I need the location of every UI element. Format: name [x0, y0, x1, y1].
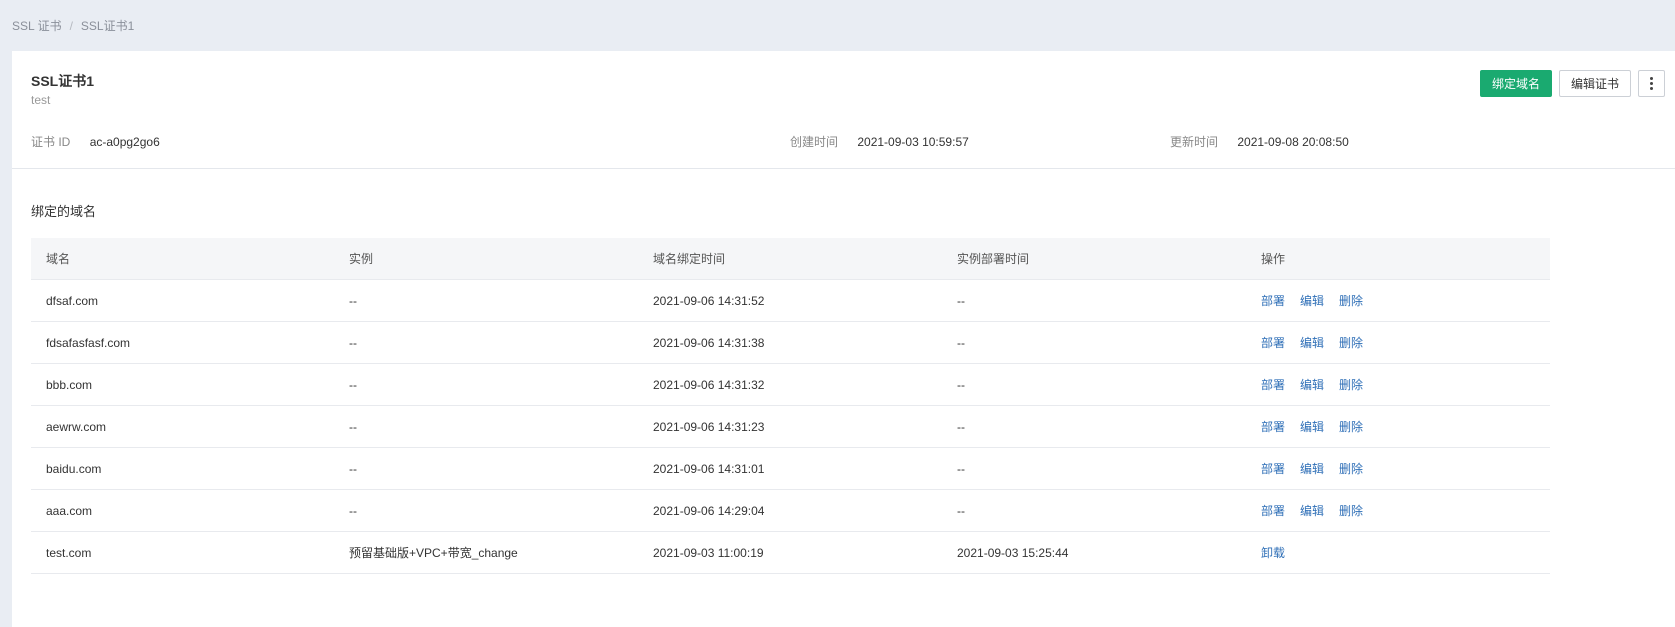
- certificate-detail-card: SSL证书1 test 绑定域名 编辑证书 证书 ID ac-a0pg2go6 …: [12, 51, 1675, 627]
- cell-domain: aaa.com: [46, 503, 93, 518]
- updated-time: 更新时间 2021-09-08 20:08:50: [1170, 133, 1349, 150]
- table-row: fdsafasfasf.com -- 2021-09-06 14:31:38 -- 部署…: [31, 322, 1550, 364]
- table-row: test.com 预留基础版+VPC+带宽_change 2021-09-03 11…: [31, 532, 1550, 574]
- table-row: baidu.com -- 2021-09-06 14:31:01 -- 部署 编辑 删除: [31, 448, 1550, 490]
- edit-link[interactable]: 编辑: [1300, 334, 1324, 351]
- cell-instance: --: [349, 503, 357, 518]
- cell-actions: 部署 编辑 删除: [1246, 334, 1550, 351]
- deploy-link[interactable]: 部署: [1261, 334, 1285, 351]
- table-row: aewrw.com -- 2021-09-06 14:31:23 -- 部署 编辑 删除: [31, 406, 1550, 448]
- column-header-deploy-time: 实例部署时间: [957, 252, 1030, 266]
- cell-bind-time: 2021-09-03 11:00:19: [653, 545, 764, 560]
- bound-domains-title: 绑定的域名: [31, 204, 97, 219]
- column-header-actions: 操作: [1261, 252, 1286, 266]
- cell-domain: baidu.com: [46, 461, 102, 476]
- deploy-link[interactable]: 部署: [1261, 502, 1285, 519]
- created-time-value: 2021-09-03 10:59:57: [857, 135, 969, 149]
- table-row: bbb.com -- 2021-09-06 14:31:32 -- 部署 编辑 删除: [31, 364, 1550, 406]
- more-vertical-icon: [1650, 77, 1653, 90]
- cell-actions: 部署 编辑 删除: [1246, 376, 1550, 393]
- cell-bind-time: 2021-09-06 14:29:04: [653, 503, 765, 518]
- certificate-header: SSL证书1 test 绑定域名 编辑证书 证书 ID ac-a0pg2go6 …: [12, 51, 1675, 169]
- cell-instance: --: [349, 335, 357, 350]
- cell-deploy-time: --: [957, 335, 965, 350]
- cell-deploy-time: --: [957, 377, 965, 392]
- breadcrumb-root[interactable]: SSL 证书: [12, 17, 62, 34]
- deploy-link[interactable]: 部署: [1261, 460, 1285, 477]
- bind-domain-button[interactable]: 绑定域名: [1479, 70, 1552, 97]
- cell-actions: 部署 编辑 删除: [1246, 418, 1550, 435]
- more-actions-button[interactable]: [1638, 70, 1665, 97]
- cell-domain: bbb.com: [46, 377, 93, 392]
- cell-domain: aewrw.com: [46, 419, 107, 434]
- created-time: 创建时间 2021-09-03 10:59:57: [790, 133, 969, 150]
- table-header-row: 域名 实例 域名绑定时间 实例部署时间 操作: [31, 238, 1550, 280]
- cell-bind-time: 2021-09-06 14:31:32: [653, 377, 765, 392]
- cell-deploy-time: --: [957, 293, 965, 308]
- updated-time-label: 更新时间: [1170, 135, 1219, 149]
- delete-link[interactable]: 删除: [1339, 292, 1363, 309]
- cell-bind-time: 2021-09-06 14:31:38: [653, 335, 765, 350]
- delete-link[interactable]: 删除: [1339, 502, 1363, 519]
- certificate-id: 证书 ID ac-a0pg2go6: [31, 133, 160, 150]
- delete-link[interactable]: 删除: [1339, 334, 1363, 351]
- certificate-id-label: 证书 ID: [31, 135, 71, 149]
- delete-link[interactable]: 删除: [1339, 418, 1363, 435]
- certificate-id-value: ac-a0pg2go6: [89, 135, 160, 149]
- uninstall-link[interactable]: 卸载: [1261, 544, 1285, 561]
- breadcrumb-separator: /: [69, 18, 73, 33]
- cell-instance: --: [349, 461, 357, 476]
- column-header-instance: 实例: [349, 252, 374, 266]
- edit-link[interactable]: 编辑: [1300, 418, 1324, 435]
- cell-instance: --: [349, 293, 357, 308]
- cell-bind-time: 2021-09-06 14:31:23: [653, 419, 765, 434]
- delete-link[interactable]: 删除: [1339, 376, 1363, 393]
- updated-time-value: 2021-09-08 20:08:50: [1237, 135, 1349, 149]
- cell-actions: 部署 编辑 删除: [1246, 460, 1550, 477]
- edit-certificate-button[interactable]: 编辑证书: [1558, 70, 1631, 97]
- cell-instance: --: [349, 419, 357, 434]
- cell-actions: 部署 编辑 删除: [1246, 292, 1550, 309]
- cell-bind-time: 2021-09-06 14:31:01: [653, 461, 765, 476]
- created-time-label: 创建时间: [790, 135, 839, 149]
- deploy-link[interactable]: 部署: [1261, 292, 1285, 309]
- breadcrumb-current: SSL证书1: [80, 19, 135, 33]
- table-body: dfsaf.com -- 2021-09-06 14:31:52 -- 部署 编辑 删除 fd…: [31, 280, 1550, 574]
- cell-bind-time: 2021-09-06 14:31:52: [653, 293, 765, 308]
- delete-link[interactable]: 删除: [1339, 460, 1363, 477]
- breadcrumb: SSL 证书 / SSL证书1: [12, 17, 134, 34]
- cell-actions: 部署 编辑 删除: [1246, 502, 1550, 519]
- cell-deploy-time: 2021-09-03 15:25:44: [957, 545, 1069, 560]
- cell-domain: test.com: [46, 545, 92, 560]
- table-row: aaa.com -- 2021-09-06 14:29:04 -- 部署 编辑 删除: [31, 490, 1550, 532]
- cell-deploy-time: --: [957, 503, 965, 518]
- bound-domains-table: 域名 实例 域名绑定时间 实例部署时间 操作 dfsaf.com -- 2021-0…: [31, 238, 1550, 574]
- edit-link[interactable]: 编辑: [1300, 376, 1324, 393]
- cell-instance: 预留基础版+VPC+带宽_change: [349, 546, 518, 560]
- edit-link[interactable]: 编辑: [1300, 502, 1324, 519]
- cell-domain: dfsaf.com: [46, 293, 99, 308]
- table-row: dfsaf.com -- 2021-09-06 14:31:52 -- 部署 编辑 删除: [31, 280, 1550, 322]
- cell-deploy-time: --: [957, 461, 965, 476]
- column-header-domain: 域名: [46, 252, 71, 266]
- page-title: SSL证书1: [31, 73, 95, 89]
- deploy-link[interactable]: 部署: [1261, 376, 1285, 393]
- edit-link[interactable]: 编辑: [1300, 292, 1324, 309]
- cell-instance: --: [349, 377, 357, 392]
- deploy-link[interactable]: 部署: [1261, 418, 1285, 435]
- cell-domain: fdsafasfasf.com: [46, 335, 131, 350]
- cell-deploy-time: --: [957, 419, 965, 434]
- column-header-bind-time: 域名绑定时间: [653, 252, 726, 266]
- header-actions: 绑定域名 编辑证书: [1479, 70, 1665, 97]
- page-subtitle: test: [31, 93, 51, 107]
- cell-actions: 卸载: [1246, 544, 1550, 561]
- edit-link[interactable]: 编辑: [1300, 460, 1324, 477]
